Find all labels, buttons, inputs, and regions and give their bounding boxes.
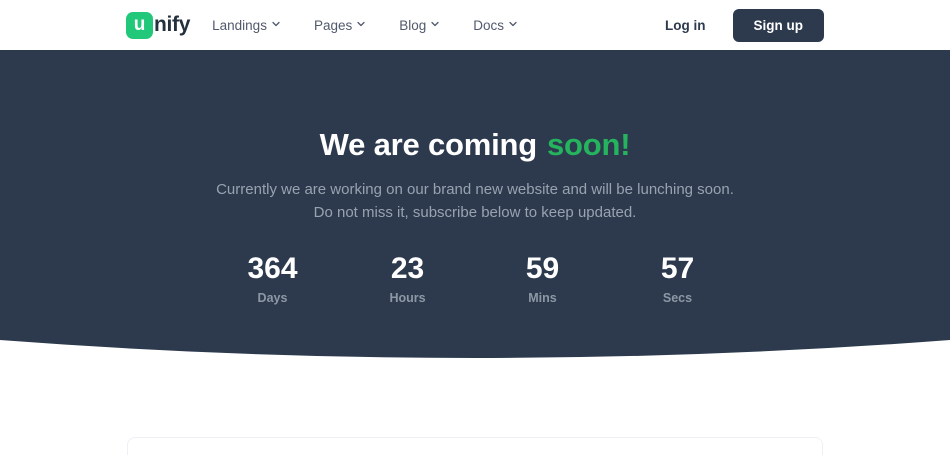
countdown-days: 364 Days: [205, 254, 340, 305]
countdown-label: Hours: [340, 291, 475, 305]
countdown-label: Secs: [610, 291, 745, 305]
countdown-hours: 23 Hours: [340, 254, 475, 305]
countdown-value: 23: [340, 254, 475, 284]
chevron-down-icon: [509, 20, 517, 28]
nav-item-label: Blog: [399, 18, 426, 33]
brand-logo[interactable]: u nify: [126, 12, 190, 39]
brand-logo-text: nify: [154, 13, 190, 37]
countdown-label: Days: [205, 291, 340, 305]
main-nav: Landings Pages Blog Docs: [212, 18, 517, 33]
countdown-value: 59: [475, 254, 610, 284]
nav-item-blog[interactable]: Blog: [399, 18, 439, 33]
nav-item-label: Landings: [212, 18, 267, 33]
page-title-accent: soon!: [547, 127, 630, 162]
hero-curve-divider: [0, 340, 950, 358]
nav-item-label: Docs: [473, 18, 504, 33]
countdown-label: Mins: [475, 291, 610, 305]
chevron-down-icon: [357, 20, 365, 28]
top-navbar: u nify Landings Pages Blog: [0, 0, 950, 50]
login-link[interactable]: Log in: [665, 18, 706, 33]
signup-button[interactable]: Sign up: [733, 9, 825, 42]
nav-item-landings[interactable]: Landings: [212, 18, 280, 33]
countdown-value: 57: [610, 254, 745, 284]
subscribe-card: [127, 437, 823, 455]
nav-item-pages[interactable]: Pages: [314, 18, 365, 33]
brand-logo-letter: u: [134, 15, 146, 34]
hero-subtitle: Currently we are working on our brand ne…: [213, 178, 738, 225]
nav-item-docs[interactable]: Docs: [473, 18, 517, 33]
countdown: 364 Days 23 Hours 59 Mins 57 Secs: [0, 254, 950, 305]
navbar-actions: Log in Sign up: [665, 9, 824, 42]
countdown-secs: 57 Secs: [610, 254, 745, 305]
chevron-down-icon: [431, 20, 439, 28]
page-title: We are coming soon!: [0, 127, 950, 163]
page-title-main: We are coming: [320, 127, 537, 162]
countdown-value: 364: [205, 254, 340, 284]
countdown-mins: 59 Mins: [475, 254, 610, 305]
coming-soon-hero: We are coming soon! Currently we are work…: [0, 50, 950, 340]
chevron-down-icon: [272, 20, 280, 28]
nav-item-label: Pages: [314, 18, 352, 33]
navbar-container: u nify Landings Pages Blog: [126, 9, 824, 42]
brand-logo-icon: u: [126, 12, 153, 39]
